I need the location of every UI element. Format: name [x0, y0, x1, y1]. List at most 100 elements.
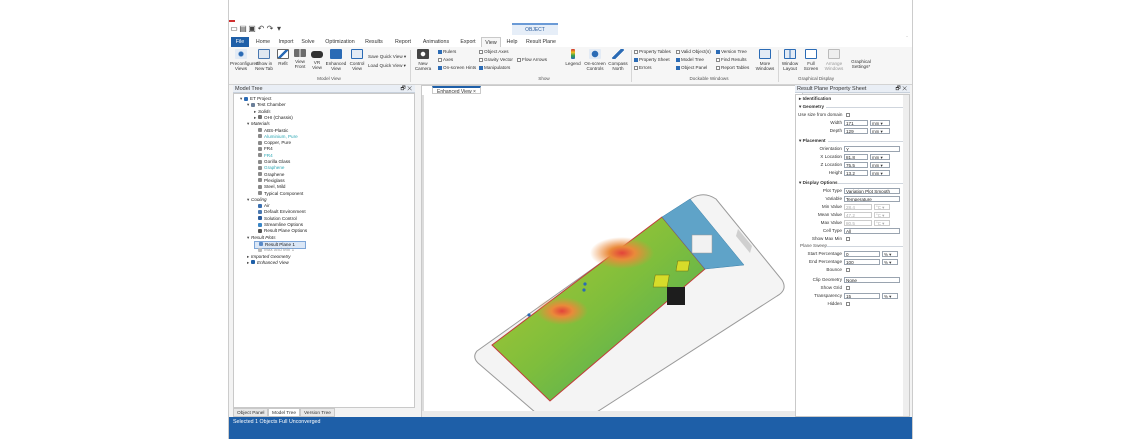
hidden-checkbox[interactable] [846, 302, 850, 306]
tree-item[interactable]: Streamline Options [254, 222, 303, 228]
end-percentage-input[interactable]: 100 [844, 259, 880, 265]
find-results-checkbox[interactable]: Find Results [716, 57, 747, 63]
open-icon[interactable]: ▤ [239, 25, 247, 33]
window-layout-button[interactable]: Window Layout [781, 49, 799, 71]
tree-item[interactable]: ABS-Plastic [254, 128, 288, 134]
width-unit-select[interactable]: mm ▾ [870, 120, 890, 126]
x-location-unit-select[interactable]: mm ▾ [870, 154, 890, 160]
tab-animations[interactable]: Animations [419, 37, 453, 47]
legend-button[interactable]: Legend [565, 49, 581, 66]
more-windows-button[interactable]: More Windows [755, 49, 775, 71]
on-screen-hints-checkbox[interactable]: On-screen Hints [438, 65, 476, 71]
tree-item[interactable]: ▾ Result Plots [247, 235, 276, 241]
tree-item[interactable]: Typical Component [254, 191, 303, 197]
show-grid-checkbox[interactable] [846, 286, 850, 290]
property-sheet-checkbox[interactable]: Property Sheet [634, 57, 670, 63]
tab-version-tree[interactable]: Version Tree [300, 408, 335, 417]
tree-item[interactable]: Aluminium, Pure [254, 134, 298, 140]
tree-item[interactable]: Copper, Pure [254, 140, 291, 146]
tree-item[interactable]: ▸ Imported Geometry [247, 254, 291, 260]
tree-item[interactable]: FR4 [254, 146, 273, 152]
tab-model-tree[interactable]: Model Tree [268, 408, 300, 417]
tab-result-plane[interactable]: Result Plane [523, 37, 559, 47]
viewer-tab[interactable]: Enhanced View × [432, 86, 481, 95]
tree-item[interactable]: Air [254, 203, 270, 209]
show-in-new-tab-button[interactable]: Show in New Tab [254, 49, 274, 71]
start-percentage-input[interactable]: 0 [844, 251, 880, 257]
width-input[interactable]: 171 [844, 120, 868, 126]
tab-help[interactable]: Help [503, 37, 521, 47]
z-location-unit-select[interactable]: mm ▾ [870, 162, 890, 168]
height-unit-select[interactable]: mm ▾ [870, 170, 890, 176]
section-display-options[interactable]: ▾ Display Options [799, 180, 838, 186]
tree-item[interactable]: ▾ Test Chamber [247, 102, 286, 108]
tab-view[interactable]: View [481, 37, 501, 47]
tab-home[interactable]: Home [253, 37, 273, 47]
rulers-checkbox[interactable]: Rulers [438, 49, 456, 55]
device-model-3d[interactable] [422, 95, 802, 417]
vr-view-button[interactable]: VR View [310, 49, 324, 70]
full-screen-button[interactable]: Full Screen [802, 49, 820, 71]
depth-input[interactable]: 129 [844, 128, 868, 134]
depth-unit-select[interactable]: mm ▾ [870, 128, 890, 134]
tab-import[interactable]: Import [276, 37, 296, 47]
tree-item[interactable]: ▾ Cooling [247, 197, 267, 203]
tab-report[interactable]: Report [392, 37, 414, 47]
tree-item[interactable]: Solution Control [254, 216, 297, 222]
refit-button[interactable]: Refit [276, 49, 290, 66]
section-geometry[interactable]: ▾ Geometry [799, 104, 824, 110]
new-icon[interactable]: ▭ [230, 25, 238, 33]
vertical-scrollbar[interactable] [903, 95, 909, 416]
tree-item[interactable]: Graphene [254, 172, 284, 178]
report-tables-checkbox[interactable]: Report Tables [716, 65, 749, 71]
probe-point[interactable] [527, 313, 531, 317]
variable-select[interactable]: Temperature [844, 196, 900, 202]
tree-item[interactable]: Max and Min 1 [254, 247, 294, 253]
save-quick-view-button[interactable]: Save Quick View ▾ [368, 54, 406, 60]
tab-optimization[interactable]: Optimization [323, 37, 357, 47]
object-axes-checkbox[interactable]: Object Axes [479, 49, 509, 55]
tab-results[interactable]: Results [362, 37, 386, 47]
undo-icon[interactable]: ↶ [257, 25, 265, 33]
manipulators-checkbox[interactable]: Manipulators [479, 65, 510, 71]
tab-solve[interactable]: Solve [299, 37, 317, 47]
tree-item[interactable]: ▸ Enhanced View [247, 260, 289, 266]
start-percentage-unit[interactable]: % ▾ [882, 251, 898, 257]
compass-north-button[interactable]: Compass North [608, 49, 628, 71]
redo-icon[interactable]: ↷ [266, 25, 274, 33]
show-max-min-checkbox[interactable] [846, 237, 850, 241]
preconfigured-views-button[interactable]: Preconfigured Views [230, 49, 259, 71]
valid-objects-checkbox[interactable]: Valid Object(s) [676, 49, 711, 55]
view-front-button[interactable]: View Front [292, 49, 308, 69]
load-quick-view-button[interactable]: Load Quick View ▾ [368, 63, 406, 69]
end-percentage-unit[interactable]: % ▾ [882, 259, 898, 265]
enhanced-view-button[interactable]: Enhanced View [325, 49, 347, 71]
axes-checkbox[interactable]: Axes [438, 57, 453, 63]
tree-item[interactable]: ▸ Solids [254, 109, 271, 115]
tree-item[interactable]: Plexiglass [254, 178, 285, 184]
gravity-vector-checkbox[interactable]: Gravity Vector [479, 57, 513, 63]
section-identification[interactable]: ▸ Identification [799, 96, 831, 102]
tree-item[interactable]: Graphene [254, 165, 284, 171]
transparency-unit[interactable]: % ▾ [882, 293, 898, 299]
section-placement[interactable]: ▾ Placement [799, 138, 826, 144]
pin-close-icons[interactable]: 🗗 ✕ [896, 85, 907, 93]
graphical-settings-button[interactable]: Graphical Settings* [848, 59, 874, 69]
pin-close-icons[interactable]: 🗗 ✕ [401, 85, 412, 93]
tab-export[interactable]: Export [457, 37, 479, 47]
use-size-from-domain-checkbox[interactable] [846, 113, 850, 117]
tree-item[interactable]: Gorilla Glass [254, 159, 290, 165]
x-location-input[interactable]: 81.8 [844, 154, 868, 160]
cell-type-select[interactable]: All [844, 228, 900, 234]
bounce-checkbox[interactable] [846, 268, 850, 272]
new-camera-button[interactable]: New Camera [413, 49, 433, 71]
save-icon[interactable]: ▣ [248, 25, 256, 33]
tree-item[interactable]: ▾ Materials [247, 121, 270, 127]
version-tree-checkbox[interactable]: Version Tree [716, 49, 747, 55]
property-tables-checkbox[interactable]: Property Tables [634, 49, 671, 55]
dropdown-icon[interactable]: ▾ [275, 25, 283, 33]
plot-type-select[interactable]: Variation Plot Smooth [844, 188, 900, 194]
tree-item[interactable]: Steel, Mild [254, 184, 285, 190]
tree-item[interactable]: ▾ ET Project [240, 96, 271, 102]
tab-object-panel[interactable]: Object Panel [233, 408, 269, 417]
